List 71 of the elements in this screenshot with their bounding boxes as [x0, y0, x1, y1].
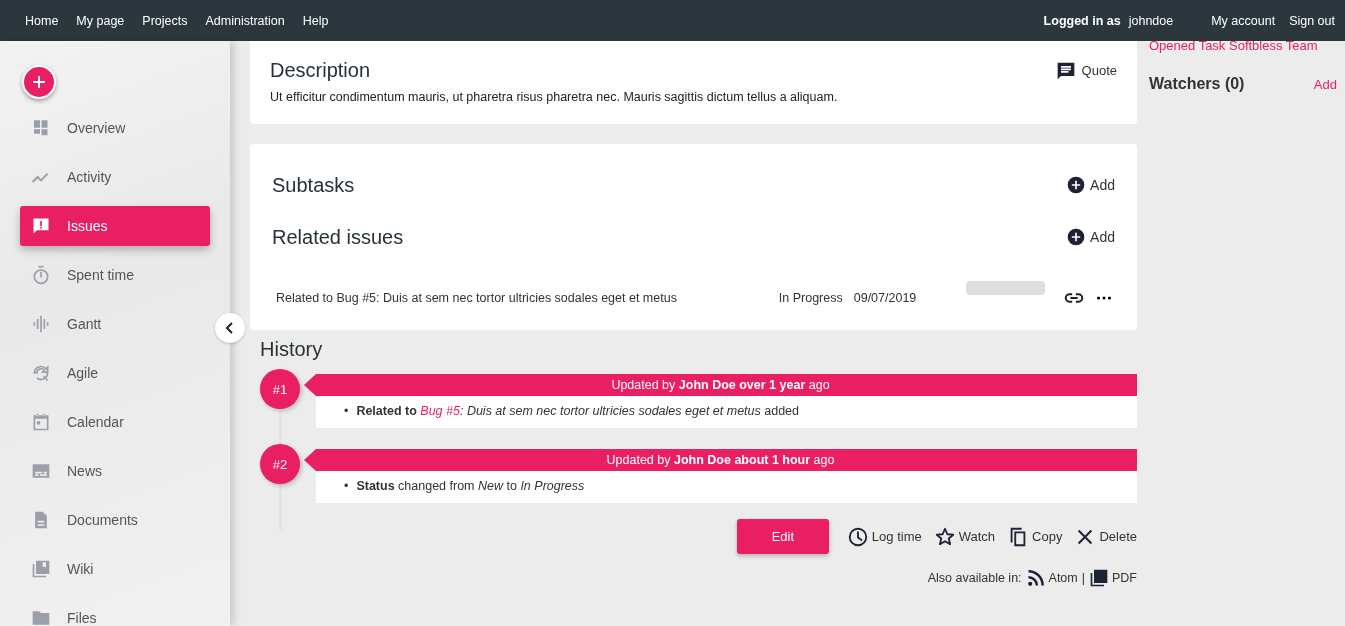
format-link[interactable]: Atom [1025, 568, 1078, 588]
issue-status: In Progress [778, 291, 844, 305]
menu-link[interactable]: Administration [205, 13, 285, 28]
sidebar-item[interactable]: Agile [20, 353, 210, 393]
entry-header: Updated by John Doe about 1 hour ago [304, 449, 1137, 471]
dashboard-icon [31, 118, 51, 138]
history-title: History [260, 338, 324, 361]
clock-icon [846, 525, 869, 548]
menu-link[interactable]: Home [25, 13, 59, 28]
section-title: Description [270, 59, 371, 82]
entry-number: #1 [260, 369, 300, 409]
sidebar-item[interactable]: News [20, 451, 210, 491]
pages-icon [1089, 568, 1109, 588]
sidebar-item[interactable]: Spent time [20, 255, 210, 295]
description-text: Ut efficitur condimentum mauris, ut pharetra risus pharetra nec. Mauris sagittis dictum tellus a aliquam. [270, 90, 839, 104]
issue-link[interactable]: Bug #5 [420, 404, 460, 418]
entry-number: #2 [260, 444, 300, 484]
rss-icon [1025, 568, 1046, 588]
card-icon [31, 461, 51, 481]
stopwatch-icon [31, 265, 51, 285]
sidebar-item[interactable]: Wiki [20, 549, 210, 589]
watchers-title: Watchers (0) [1149, 75, 1245, 93]
edit-button[interactable]: Edit [736, 519, 829, 554]
quote-button[interactable]: Quote [1055, 60, 1117, 81]
separator-text: | [1081, 571, 1085, 585]
sidebar-item[interactable]: Gantt [20, 304, 210, 344]
bullet: • [344, 478, 349, 495]
sidebar-item[interactable]: Overview [20, 108, 210, 148]
issue-date: 09/07/2019 [853, 291, 918, 305]
formats-label: Also available in: [927, 571, 1022, 585]
action-button[interactable]: Watch [929, 525, 996, 548]
sidebar-item[interactable]: Documents [20, 500, 210, 540]
add-button[interactable]: Add [1066, 175, 1115, 195]
refresh-search-icon [31, 363, 51, 383]
format-link[interactable]: PDF [1089, 568, 1137, 588]
stacked-pages-icon [31, 559, 51, 579]
add-button[interactable]: Add [1066, 227, 1115, 247]
sidebar-item[interactable]: Calendar [20, 402, 210, 442]
bullet: • [344, 403, 349, 420]
add-watcher-link[interactable]: Add [1313, 76, 1337, 92]
section-title: Subtasks [272, 173, 355, 197]
user-link[interactable]: johndoe [1128, 13, 1174, 28]
action-button[interactable]: Copy [1003, 525, 1063, 548]
plus-circle-icon [1066, 175, 1087, 195]
sidebar-item[interactable]: Issues [20, 206, 210, 246]
menu-link[interactable]: Projects [142, 13, 188, 28]
menu-link[interactable]: My page [76, 13, 125, 28]
new-button[interactable] [22, 65, 56, 99]
change-detail: Status changed from New to In Progress [356, 478, 585, 495]
bars-icon [31, 314, 51, 334]
sidebar-item[interactable]: Files [20, 598, 210, 626]
star-icon [933, 525, 956, 548]
menu-link[interactable]: My account [1211, 13, 1276, 28]
menu-link[interactable]: Sign out [1289, 13, 1335, 28]
project-link[interactable]: Opened Task Softbless Team [1149, 38, 1337, 53]
plus-icon [31, 74, 47, 90]
action-button[interactable]: Log time [842, 525, 922, 548]
change-detail: Related to Bug #5: Duis at sem nec tortor ultricies sodales eget et metus added [356, 403, 799, 420]
comment-icon [1055, 60, 1076, 81]
collapse-button[interactable] [215, 313, 245, 343]
entry-header: Updated by John Doe over 1 year ago [304, 374, 1137, 396]
calendar-icon [31, 412, 51, 432]
issue-subject: Related to Bug #5: Duis at sem nec tortor ultricies sodales eget et metus [276, 291, 678, 305]
sidebar-item[interactable]: Activity [20, 157, 210, 197]
action-button[interactable]: Delete [1070, 525, 1137, 548]
plus-circle-icon [1066, 227, 1087, 247]
chat-alert-icon [31, 216, 51, 236]
section-title: Related issues [272, 225, 404, 249]
logged-in-label: Logged in as [1043, 13, 1121, 28]
menu-link[interactable]: Help [302, 13, 329, 28]
folder-icon [31, 608, 51, 626]
